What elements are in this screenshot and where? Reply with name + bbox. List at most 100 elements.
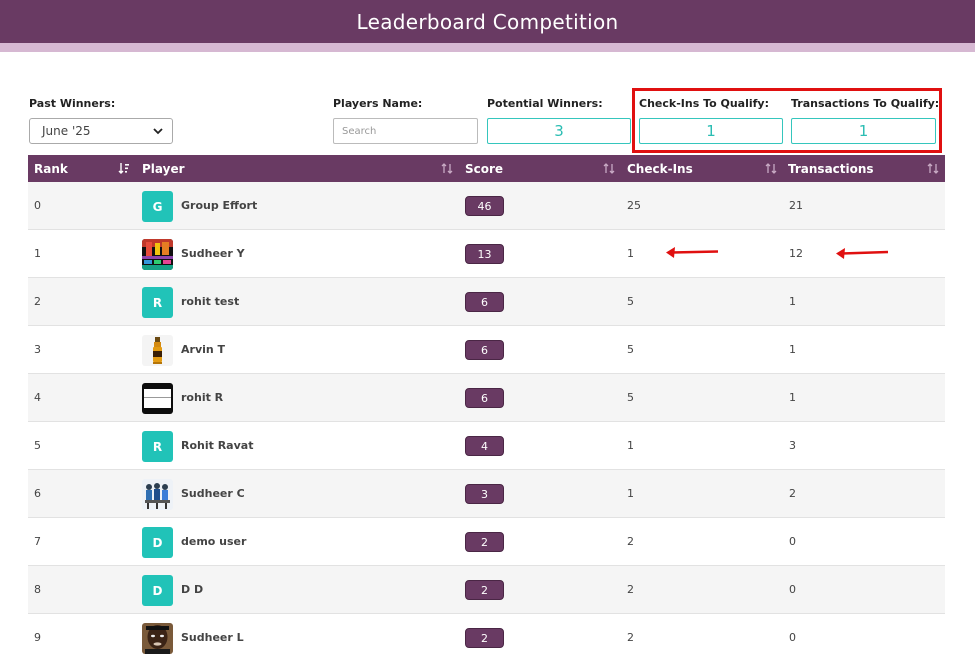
transactions-cell: 0	[789, 631, 796, 644]
rank-cell: 9	[34, 631, 41, 644]
rank-cell: 6	[34, 487, 41, 500]
header-underline	[0, 43, 975, 52]
rank-cell: 7	[34, 535, 41, 548]
rank-cell: 5	[34, 439, 41, 452]
checkins-cell: 1	[627, 247, 634, 260]
table-row[interactable]: 2 R rohit test 6 5 1	[28, 278, 945, 326]
player-name: Group Effort	[181, 199, 258, 212]
rank-cell: 2	[34, 295, 41, 308]
sort-icon[interactable]	[441, 162, 453, 175]
rank-cell: 1	[34, 247, 41, 260]
transactions-cell: 12	[789, 247, 803, 260]
table-row[interactable]: 6 Sudheer C 3 1 2	[28, 470, 945, 518]
table-row[interactable]: 9 Sudheer L 2 2 0	[28, 614, 945, 654]
column-header-checkins[interactable]: Check-Ins	[627, 155, 693, 182]
table-row[interactable]: 8 D D D 2 2 0	[28, 566, 945, 614]
table-header: Rank Player Score Check-Ins Transactions	[28, 155, 945, 182]
score-badge: 4	[465, 436, 504, 456]
avatar: R	[142, 431, 173, 462]
transactions-cell: 1	[789, 391, 796, 404]
column-header-rank[interactable]: Rank	[34, 155, 68, 182]
player-name: Rohit Ravat	[181, 439, 254, 452]
arrow-annotation-icon	[666, 247, 719, 258]
sort-icon[interactable]	[765, 162, 777, 175]
avatar	[142, 623, 173, 654]
table-row[interactable]: 1 Sudheer Y 13 1 12	[28, 230, 945, 278]
table-row[interactable]: 4 rohit R 6 5 1	[28, 374, 945, 422]
avatar	[142, 383, 173, 414]
score-badge: 6	[465, 388, 504, 408]
transactions-cell: 1	[789, 343, 796, 356]
score-badge: 46	[465, 196, 504, 216]
avatar-photo-icon	[142, 623, 173, 654]
rank-cell: 3	[34, 343, 41, 356]
header-bar: Leaderboard Competition	[0, 0, 975, 43]
avatar: R	[142, 287, 173, 318]
sort-descending-icon[interactable]	[118, 162, 130, 175]
avatar: G	[142, 191, 173, 222]
score-badge: 2	[465, 628, 504, 648]
table-row[interactable]: 7 D demo user 2 2 0	[28, 518, 945, 566]
search-input[interactable]	[333, 118, 478, 144]
avatar: D	[142, 575, 173, 606]
avatar-photo-icon	[142, 335, 173, 366]
column-header-transactions[interactable]: Transactions	[788, 155, 874, 182]
transactions-cell: 1	[789, 295, 796, 308]
table-row[interactable]: 0 G Group Effort 46 25 21	[28, 182, 945, 230]
table-row[interactable]: 3 Arvin T 6 5 1	[28, 326, 945, 374]
potential-winners-field[interactable]: 3	[487, 118, 631, 144]
avatar	[142, 479, 173, 510]
checkins-cell: 2	[627, 631, 634, 644]
page-title: Leaderboard Competition	[356, 9, 619, 34]
checkins-cell: 5	[627, 391, 634, 404]
player-name: rohit test	[181, 295, 240, 308]
qualify-highlight-box	[632, 88, 942, 153]
player-name: Sudheer L	[181, 631, 244, 644]
player-name: Arvin T	[181, 343, 226, 356]
score-badge: 6	[465, 292, 504, 312]
score-badge: 6	[465, 340, 504, 360]
past-winners-select[interactable]: June '25	[29, 118, 173, 144]
avatar: D	[142, 527, 173, 558]
sort-icon[interactable]	[603, 162, 615, 175]
player-name: rohit R	[181, 391, 224, 404]
past-winners-label: Past Winners:	[29, 97, 116, 110]
potential-winners-label: Potential Winners:	[487, 97, 603, 110]
checkins-cell: 5	[627, 343, 634, 356]
rank-cell: 8	[34, 583, 41, 596]
score-badge: 13	[465, 244, 504, 264]
player-name: D D	[181, 583, 204, 596]
transactions-cell: 21	[789, 199, 803, 212]
checkins-cell: 5	[627, 295, 634, 308]
column-header-player[interactable]: Player	[142, 155, 185, 182]
table-row[interactable]: 5 R Rohit Ravat 4 1 3	[28, 422, 945, 470]
rank-cell: 0	[34, 199, 41, 212]
checkins-cell: 1	[627, 439, 634, 452]
checkins-cell: 1	[627, 487, 634, 500]
transactions-cell: 2	[789, 487, 796, 500]
player-name: Sudheer C	[181, 487, 245, 500]
avatar	[142, 239, 173, 270]
column-header-score[interactable]: Score	[465, 155, 503, 182]
transactions-cell: 0	[789, 535, 796, 548]
avatar-photo-icon	[142, 239, 173, 270]
avatar-photo-icon	[142, 383, 173, 414]
player-name: demo user	[181, 535, 247, 548]
score-badge: 2	[465, 580, 504, 600]
score-badge: 2	[465, 532, 504, 552]
checkins-cell: 2	[627, 583, 634, 596]
arrow-annotation-icon	[836, 248, 889, 259]
players-name-label: Players Name:	[333, 97, 423, 110]
past-winners-value: June '25	[42, 124, 91, 138]
avatar-photo-icon	[142, 479, 173, 510]
sort-icon[interactable]	[927, 162, 939, 175]
avatar	[142, 335, 173, 366]
rank-cell: 4	[34, 391, 41, 404]
player-name: Sudheer Y	[181, 247, 245, 260]
transactions-cell: 0	[789, 583, 796, 596]
checkins-cell: 25	[627, 199, 641, 212]
chevron-down-icon	[153, 128, 163, 135]
transactions-cell: 3	[789, 439, 796, 452]
checkins-cell: 2	[627, 535, 634, 548]
score-badge: 3	[465, 484, 504, 504]
